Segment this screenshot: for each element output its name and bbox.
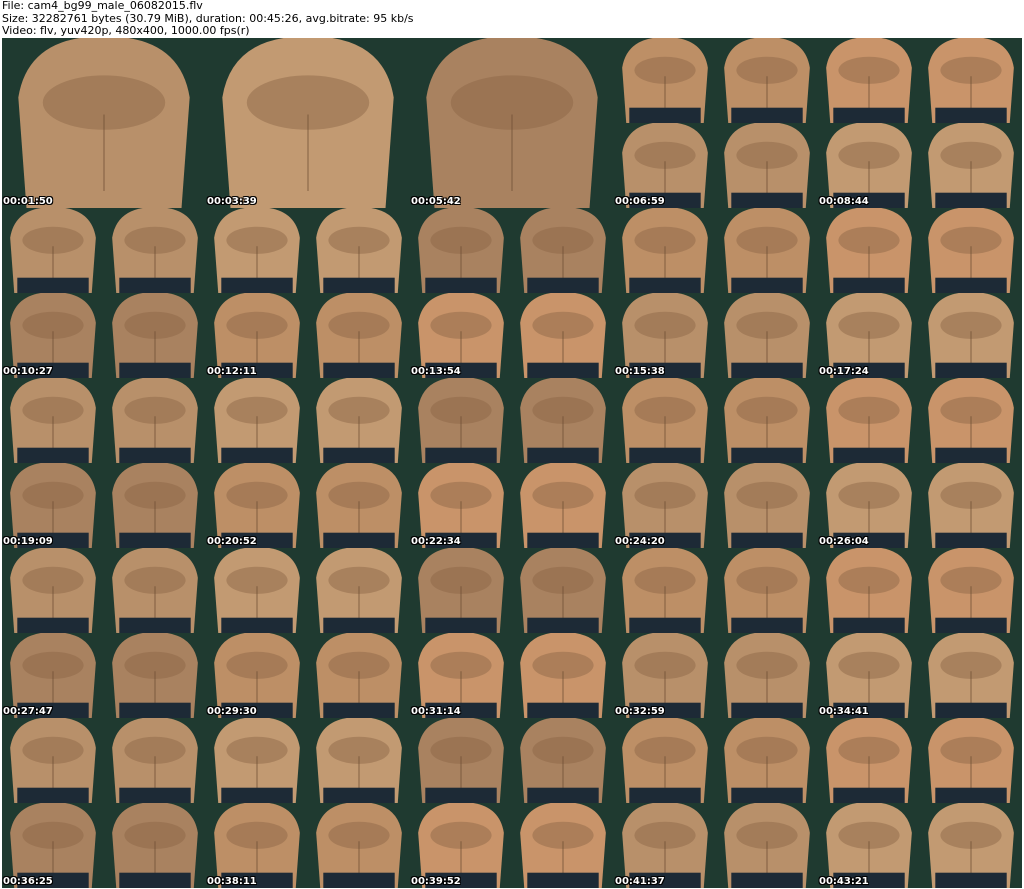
video-thumbnail: 00:27:47 (2, 548, 206, 718)
video-thumbnail: 00:20:52 (206, 378, 410, 548)
video-thumbnail: 00:19:09 (2, 378, 206, 548)
video-thumbnail: 00:03:39 (206, 38, 410, 208)
thumbnail-timestamp: 00:08:44 (819, 196, 869, 207)
thumbnail-image (818, 208, 1022, 378)
video-thumbnail: 00:32:59 (614, 548, 818, 718)
thumbnail-timestamp: 00:13:54 (411, 366, 461, 377)
thumbnail-image (614, 718, 818, 888)
thumbnail-image (818, 718, 1022, 888)
video-thumbnail: 00:29:30 (206, 548, 410, 718)
thumbnail-timestamp: 00:05:42 (411, 196, 461, 207)
video-thumbnail: 00:31:14 (410, 548, 614, 718)
thumbnail-timestamp: 00:15:38 (615, 366, 665, 377)
video-info-line: Video: flv, yuv420p, 480x400, 1000.00 fp… (2, 24, 250, 37)
thumbnail-image (614, 38, 818, 208)
video-thumbnail: 00:43:21 (818, 718, 1022, 888)
thumbnail-timestamp: 00:36:25 (3, 876, 53, 887)
thumbnail-image (206, 378, 410, 548)
thumbnail-image (614, 208, 818, 378)
video-thumbnail: 00:15:38 (614, 208, 818, 378)
thumbnail-image (206, 38, 410, 208)
video-thumbnail: 00:24:20 (614, 378, 818, 548)
thumbnail-image (2, 208, 206, 378)
thumbnail-timestamp: 00:34:41 (819, 706, 869, 717)
thumbnail-image (410, 38, 614, 208)
thumbnail-timestamp: 00:19:09 (3, 536, 53, 547)
thumbnail-timestamp: 00:22:34 (411, 536, 461, 547)
video-thumbnail: 00:08:44 (818, 38, 1022, 208)
thumbnail-timestamp: 00:10:27 (3, 366, 53, 377)
thumbnail-image (614, 548, 818, 718)
video-thumbnail: 00:17:24 (818, 208, 1022, 378)
video-thumbnail: 00:12:11 (206, 208, 410, 378)
thumbnail-image (818, 378, 1022, 548)
video-thumbnail: 00:10:27 (2, 208, 206, 378)
thumbnail-timestamp: 00:29:30 (207, 706, 257, 717)
video-thumbnail: 00:01:50 (2, 38, 206, 208)
thumbnail-image (206, 208, 410, 378)
thumbnail-grid: 00:01:50 00:03:39 00:05:42 00:06:59 00:08:44… (2, 38, 1022, 888)
thumbnail-timestamp: 00:20:52 (207, 536, 257, 547)
thumbnail-image (206, 718, 410, 888)
thumbnail-timestamp: 00:32:59 (615, 706, 665, 717)
thumbnail-timestamp: 00:03:39 (207, 196, 257, 207)
video-thumbnail: 00:41:37 (614, 718, 818, 888)
thumbnail-timestamp: 00:17:24 (819, 366, 869, 377)
thumbnail-image (410, 718, 614, 888)
video-thumbnail: 00:05:42 (410, 38, 614, 208)
video-thumbnail: 00:22:34 (410, 378, 614, 548)
thumbnail-timestamp: 00:06:59 (615, 196, 665, 207)
thumbnail-timestamp: 00:31:14 (411, 706, 461, 717)
thumbnail-timestamp: 00:38:11 (207, 876, 257, 887)
file-name-line: File: cam4_bg99_male_06082015.flv (2, 0, 203, 12)
thumbnail-image (2, 548, 206, 718)
thumbnail-image (206, 548, 410, 718)
thumbnail-image (410, 548, 614, 718)
thumbnail-image (818, 38, 1022, 208)
file-info-header: File: cam4_bg99_male_06082015.flv Size: … (2, 0, 1022, 38)
thumbnail-timestamp: 00:01:50 (3, 196, 53, 207)
video-thumbnail: 00:38:11 (206, 718, 410, 888)
video-thumbnail: 00:26:04 (818, 378, 1022, 548)
video-thumbnail: 00:39:52 (410, 718, 614, 888)
thumbnail-timestamp: 00:12:11 (207, 366, 257, 377)
thumbnail-timestamp: 00:43:21 (819, 876, 869, 887)
thumbnail-timestamp: 00:24:20 (615, 536, 665, 547)
thumbnail-image (2, 38, 206, 208)
thumbnail-image (2, 718, 206, 888)
thumbnail-image (410, 378, 614, 548)
thumbnail-image (614, 378, 818, 548)
video-thumbnail: 00:34:41 (818, 548, 1022, 718)
thumbnail-image (818, 548, 1022, 718)
thumbnail-image (2, 378, 206, 548)
video-thumbnail: 00:13:54 (410, 208, 614, 378)
video-thumbnail: 00:06:59 (614, 38, 818, 208)
thumbnail-timestamp: 00:39:52 (411, 876, 461, 887)
thumbnail-timestamp: 00:27:47 (3, 706, 53, 717)
thumbnail-timestamp: 00:41:37 (615, 876, 665, 887)
video-thumbnail: 00:36:25 (2, 718, 206, 888)
thumbnail-image (410, 208, 614, 378)
thumbnail-timestamp: 00:26:04 (819, 536, 869, 547)
